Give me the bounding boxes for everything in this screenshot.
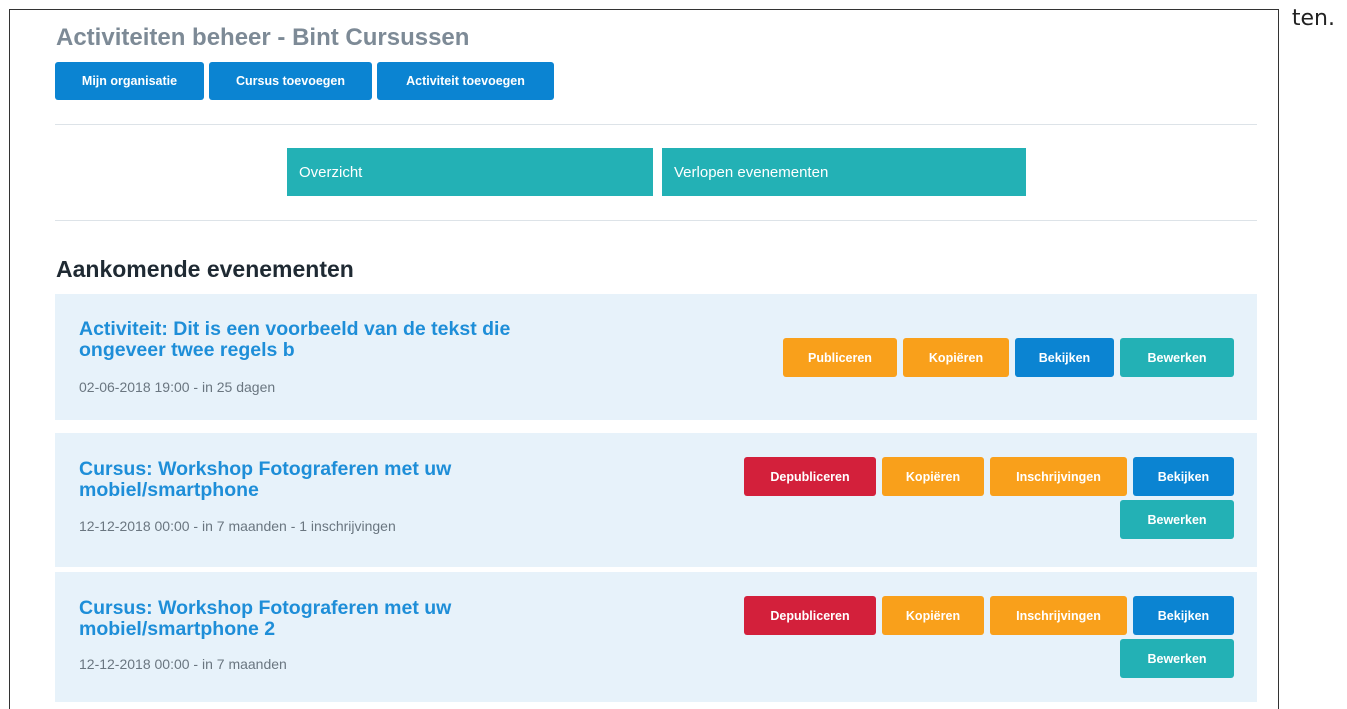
event-title[interactable]: Cursus: Workshop Fotograferen met uw mob…: [79, 459, 599, 501]
event-meta: 02-06-2018 19:00 - in 25 dagen: [79, 379, 276, 395]
view-button[interactable]: Bekijken: [1133, 457, 1234, 496]
event-title[interactable]: Activiteit: Dit is een voorbeeld van de …: [79, 319, 599, 361]
unpublish-button[interactable]: Depubliceren: [744, 596, 876, 635]
event-title[interactable]: Cursus: Workshop Fotograferen met uw mob…: [79, 598, 599, 640]
add-course-button[interactable]: Cursus toevoegen: [209, 62, 372, 100]
section-title: Aankomende evenementen: [56, 256, 354, 282]
copy-button[interactable]: Kopiëren: [903, 338, 1009, 377]
event-card: Cursus: Workshop Fotograferen met uw mob…: [55, 572, 1257, 702]
event-meta: 12-12-2018 00:00 - in 7 maanden - 1 insc…: [79, 518, 396, 534]
publish-button[interactable]: Publiceren: [783, 338, 897, 377]
header-actions: Mijn organisatie Cursus toevoegen Activi…: [55, 62, 554, 100]
my-organisation-button[interactable]: Mijn organisatie: [55, 62, 204, 100]
page-frame: Activiteiten beheer - Bint Cursussen Mij…: [9, 9, 1279, 709]
view-button[interactable]: Bekijken: [1015, 338, 1114, 377]
tab-past-events[interactable]: Verlopen evenementen: [662, 148, 1026, 196]
view-button[interactable]: Bekijken: [1133, 596, 1234, 635]
divider: [55, 220, 1257, 221]
registrations-button[interactable]: Inschrijvingen: [990, 457, 1127, 496]
tab-bar: Overzicht Verlopen evenementen: [287, 148, 1026, 196]
unpublish-button[interactable]: Depubliceren: [744, 457, 876, 496]
event-actions: Depubliceren Kopiëren Inschrijvingen Bek…: [734, 457, 1234, 539]
page-title: Activiteiten beheer - Bint Cursussen: [56, 24, 470, 51]
cut-off-text: ten.: [1291, 6, 1335, 31]
event-card: Cursus: Workshop Fotograferen met uw mob…: [55, 433, 1257, 567]
event-actions: Depubliceren Kopiëren Inschrijvingen Bek…: [734, 596, 1234, 678]
edit-button[interactable]: Bewerken: [1120, 639, 1234, 678]
edit-button[interactable]: Bewerken: [1120, 500, 1234, 539]
event-actions: Publiceren Kopiëren Bekijken Bewerken: [774, 338, 1234, 377]
edit-button[interactable]: Bewerken: [1120, 338, 1234, 377]
copy-button[interactable]: Kopiëren: [882, 457, 984, 496]
copy-button[interactable]: Kopiëren: [882, 596, 984, 635]
add-activity-button[interactable]: Activiteit toevoegen: [377, 62, 554, 100]
registrations-button[interactable]: Inschrijvingen: [990, 596, 1127, 635]
event-card: Activiteit: Dit is een voorbeeld van de …: [55, 294, 1257, 420]
tab-overview[interactable]: Overzicht: [287, 148, 653, 196]
divider: [55, 124, 1257, 125]
event-meta: 12-12-2018 00:00 - in 7 maanden: [79, 656, 287, 672]
